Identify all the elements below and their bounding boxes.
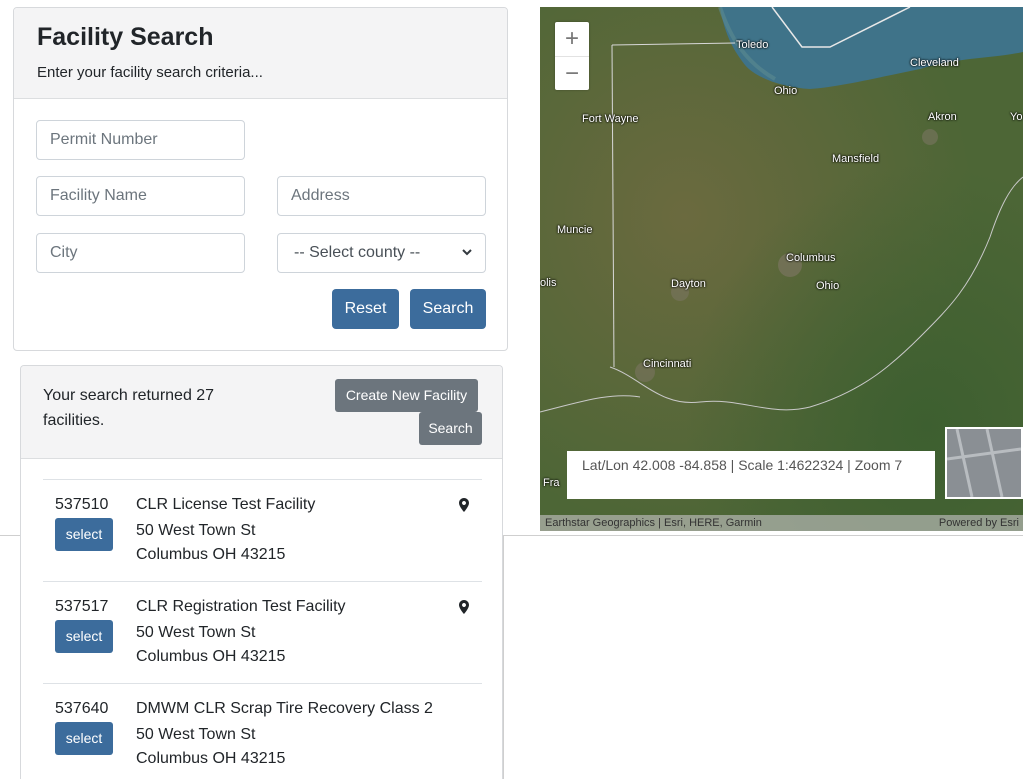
facility-name-input[interactable]: Facility Name: [36, 176, 245, 216]
map-attribution: Earthstar Geographics | Esri, HERE, Garm…: [540, 515, 1023, 531]
map-label-columbus: Columbus: [786, 252, 836, 264]
create-new-facility-button[interactable]: Create New Facility: [335, 379, 478, 412]
table-row: 537517 select CLR Registration Test Faci…: [43, 581, 482, 683]
select-button[interactable]: select: [55, 620, 113, 653]
page-divider: [503, 535, 504, 779]
map-pin-icon[interactable]: [459, 498, 469, 517]
facility-city: Columbus OH 43215: [136, 648, 286, 665]
map-label-toledo: Toledo: [736, 39, 769, 51]
table-row: 537510 select CLR License Test Facility …: [43, 479, 482, 581]
map-label-indianapolis: olis: [540, 277, 557, 289]
facility-search-card: Facility Search Enter your facility sear…: [13, 7, 508, 351]
zoom-in-button[interactable]: +: [555, 22, 589, 56]
map-label-fort-wayne: Fort Wayne: [582, 113, 639, 125]
basemap-toggle[interactable]: [945, 427, 1023, 499]
facility-name: CLR License Test Facility: [136, 496, 316, 513]
map-label-dayton: Dayton: [671, 278, 706, 290]
permit-number: 537517: [55, 598, 109, 615]
facility-name: CLR Registration Test Facility: [136, 598, 346, 615]
map-label-frankfort: Fra: [543, 477, 560, 489]
map-label-muncie: Muncie: [557, 224, 593, 236]
search-button[interactable]: Search: [410, 289, 486, 329]
zoom-controls: + −: [555, 22, 589, 90]
facility-address: 50 West Town St: [136, 624, 256, 641]
facility-address: 50 West Town St: [136, 726, 256, 743]
permit-number: 537640: [55, 700, 109, 717]
results-count: Your search returned 27 facilities.: [43, 387, 215, 429]
map-label-ohio-state: Ohio: [816, 280, 840, 292]
map-label-cleveland: Cleveland: [910, 57, 959, 69]
map-label-youngstown: Yo: [1010, 111, 1023, 123]
map-label-akron: Akron: [928, 111, 957, 123]
table-row: 537640 select DMWM CLR Scrap Tire Recove…: [43, 683, 482, 779]
attribution-sources: Earthstar Geographics | Esri, HERE, Garm…: [545, 517, 762, 529]
coordinate-readout: Lat/Lon 42.008 -84.858 | Scale 1:4622324…: [567, 451, 935, 499]
county-select[interactable]: -- Select county --: [277, 233, 486, 273]
search-subtitle: Enter your facility search criteria...: [37, 64, 263, 81]
map-label-ohio-lake: Ohio: [774, 85, 798, 97]
address-input[interactable]: Address: [277, 176, 486, 216]
map-pin-icon[interactable]: [459, 600, 469, 619]
results-card: Your search returned 27 facilities. Crea…: [20, 365, 503, 779]
search-card-header: Facility Search Enter your facility sear…: [14, 8, 507, 99]
facility-address: 50 West Town St: [136, 522, 256, 539]
results-search-button[interactable]: Search: [419, 412, 482, 445]
reset-button[interactable]: Reset: [332, 289, 399, 329]
permit-number-input[interactable]: Permit Number: [36, 120, 245, 160]
county-select-value: -- Select county --: [294, 244, 421, 261]
map-view[interactable]: + − Toledo Cleveland Ohio Fort Wayne Akr…: [540, 7, 1023, 531]
permit-number: 537510: [55, 496, 109, 513]
map-label-mansfield: Mansfield: [832, 153, 880, 165]
facility-city: Columbus OH 43215: [136, 750, 286, 767]
facility-city: Columbus OH 43215: [136, 546, 286, 563]
city-input[interactable]: City: [36, 233, 245, 273]
select-button[interactable]: select: [55, 518, 113, 551]
results-header: Your search returned 27 facilities. Crea…: [21, 366, 502, 459]
select-button[interactable]: select: [55, 722, 113, 755]
page-divider: [503, 535, 1023, 536]
page-title: Facility Search: [37, 23, 214, 51]
page-divider: [0, 535, 20, 536]
map-label-cincinnati: Cincinnati: [643, 358, 692, 370]
facility-name: DMWM CLR Scrap Tire Recovery Class 2: [136, 700, 433, 717]
zoom-out-button[interactable]: −: [555, 56, 589, 91]
powered-by-esri[interactable]: Powered by Esri: [939, 515, 1019, 531]
chevron-down-icon: [461, 234, 473, 287]
